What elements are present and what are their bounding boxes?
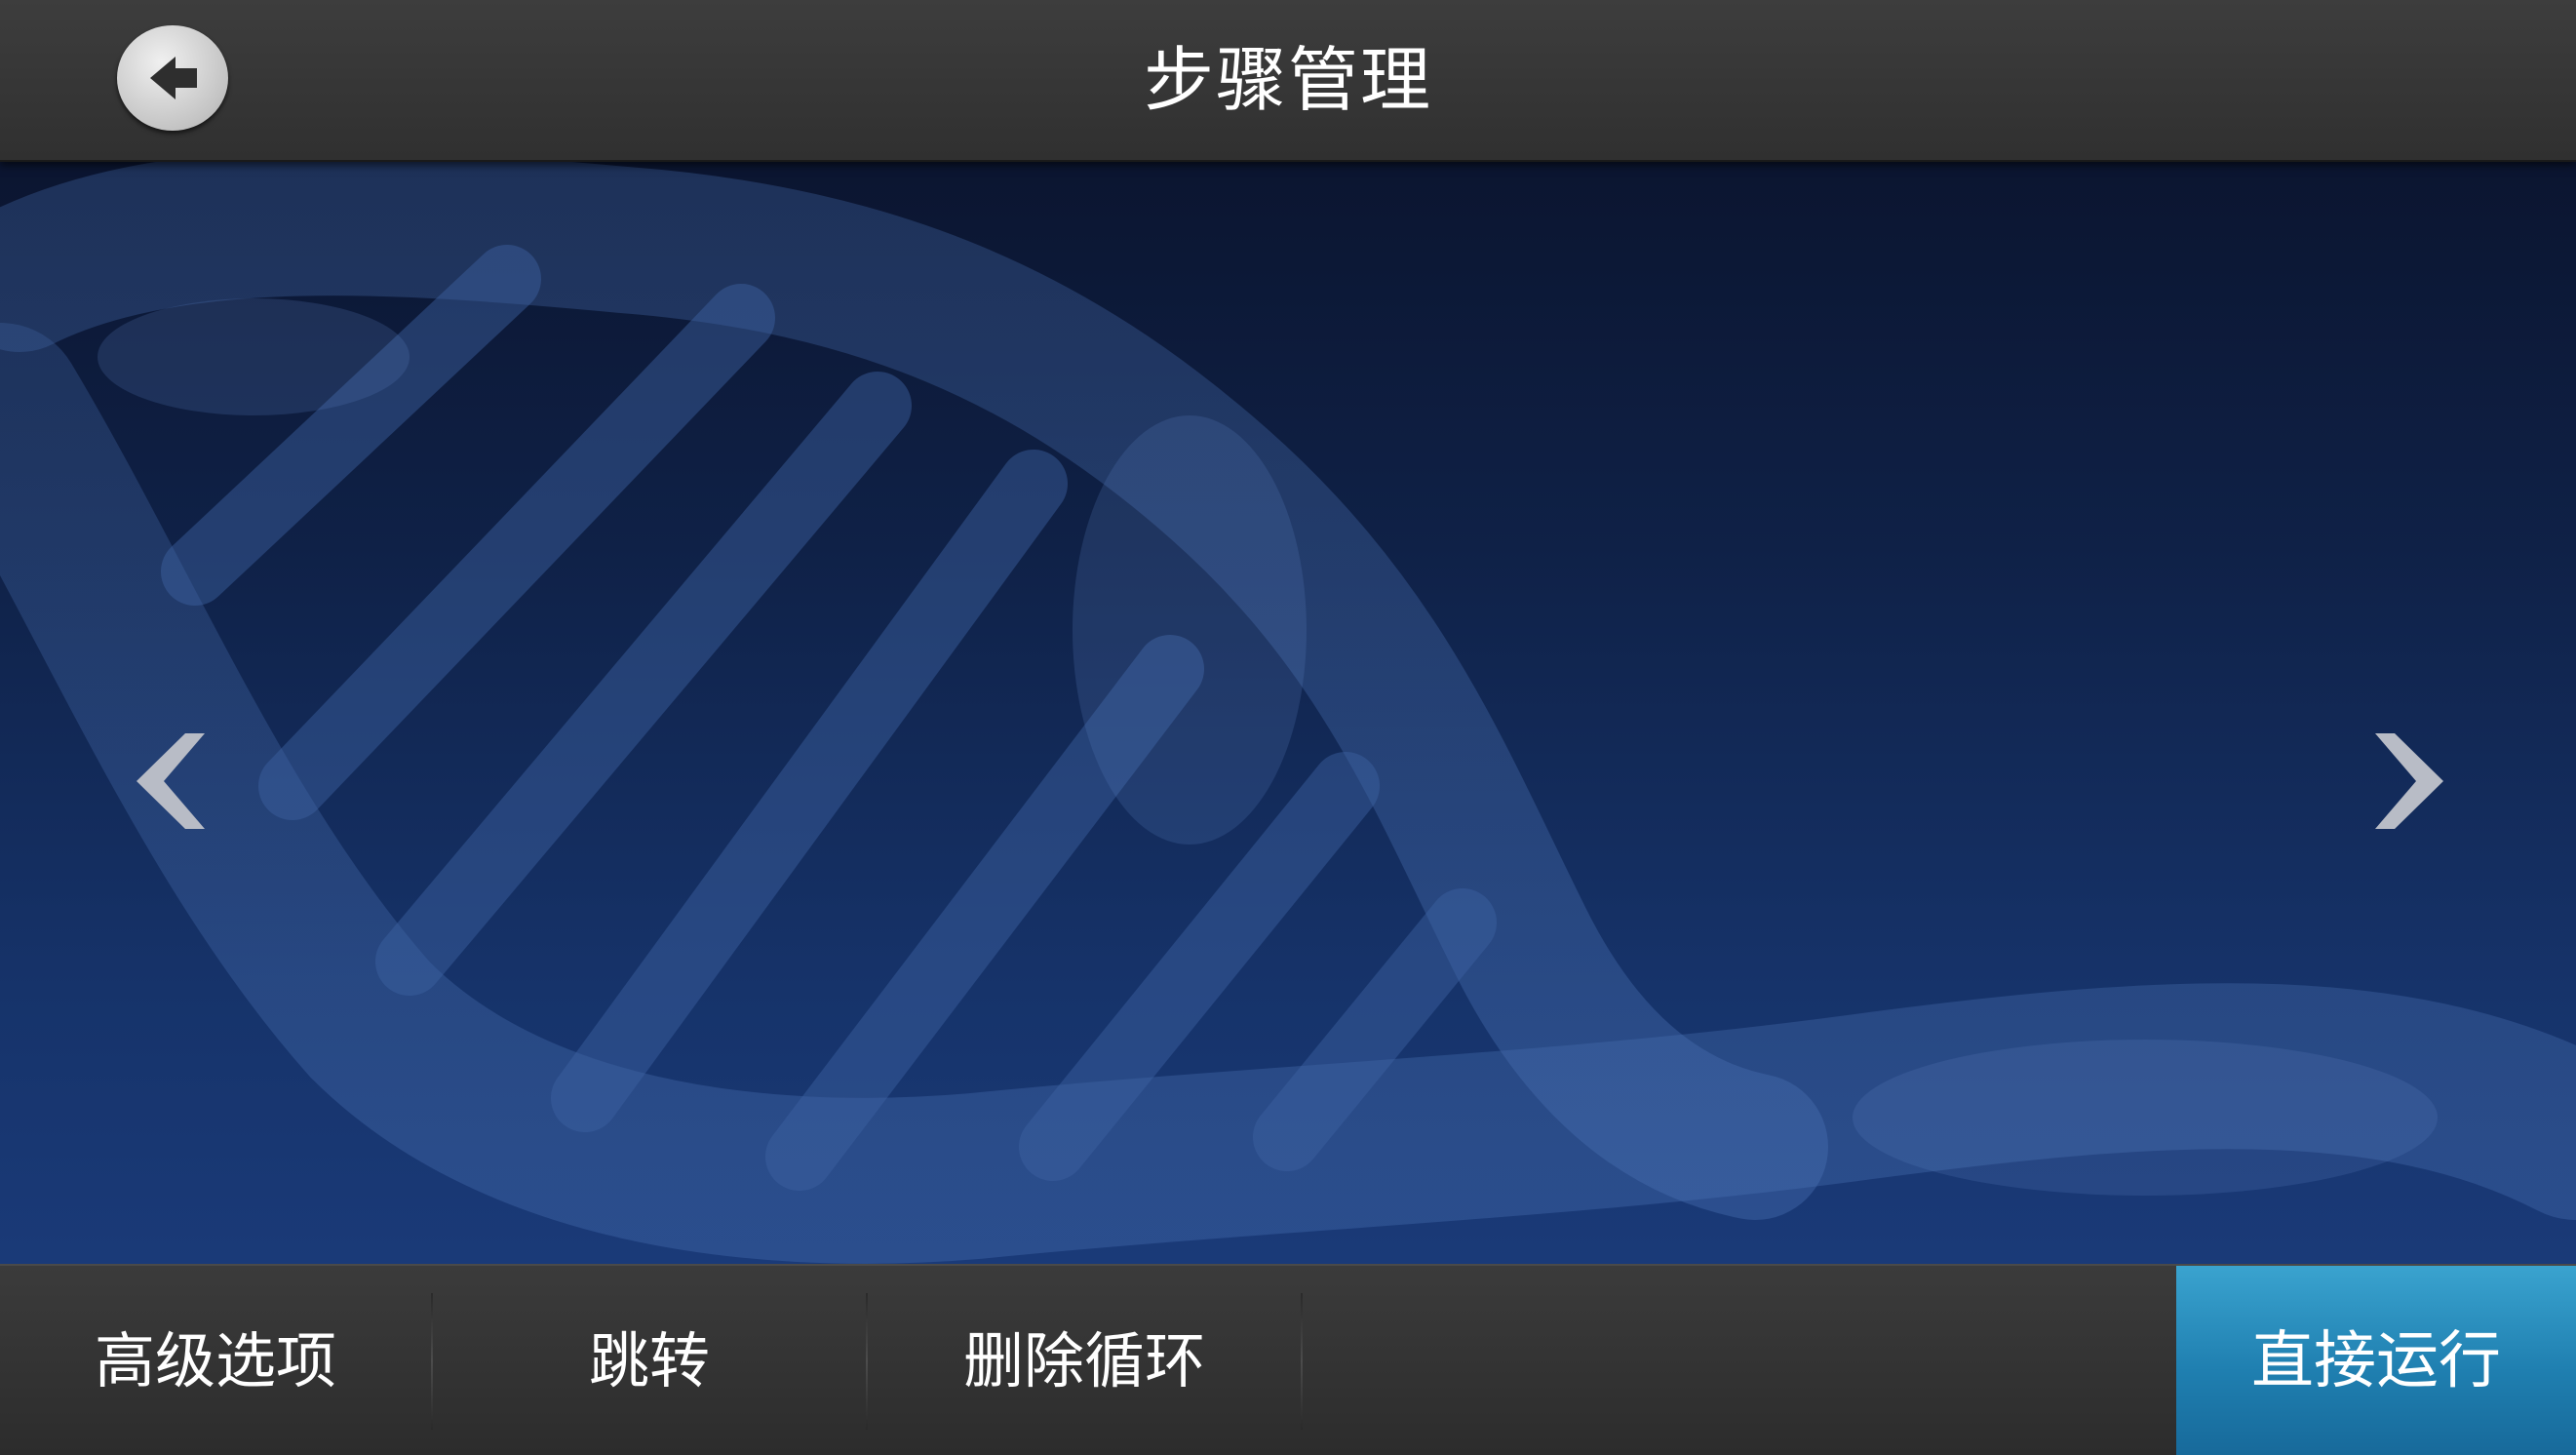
delete-loop-button[interactable]: 删除循环	[868, 1266, 1301, 1455]
back-arrow-icon	[150, 57, 197, 99]
dna-background-image	[0, 162, 2576, 1264]
run-directly-button[interactable]: 直接运行	[2176, 1266, 2576, 1455]
page-title: 步骤管理	[1143, 39, 1432, 121]
toolbar-divider	[1301, 1293, 1303, 1430]
advanced-options-button[interactable]: 高级选项	[0, 1266, 431, 1455]
previous-button[interactable]	[115, 728, 213, 835]
jump-button[interactable]: 跳转	[433, 1266, 866, 1455]
chevron-left-icon	[137, 733, 205, 829]
main-content	[0, 162, 2576, 1264]
header-bar: 步骤管理	[0, 0, 2576, 162]
back-button[interactable]	[117, 25, 228, 131]
next-button[interactable]	[2367, 728, 2465, 835]
chevron-right-icon	[2375, 733, 2443, 829]
app-window: 步骤管理 高级选项 跳转 删除循环 直接运行	[0, 0, 2576, 1455]
bottom-toolbar: 高级选项 跳转 删除循环 直接运行	[0, 1264, 2576, 1455]
